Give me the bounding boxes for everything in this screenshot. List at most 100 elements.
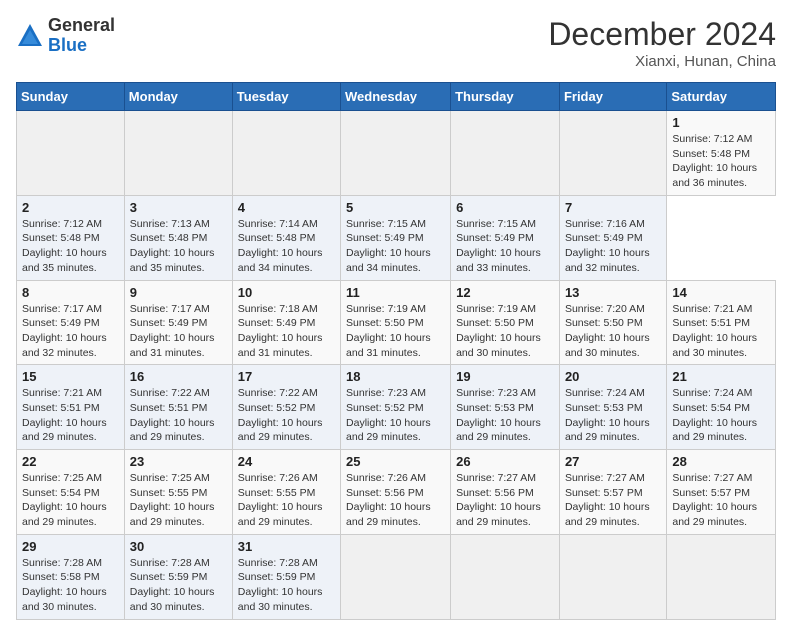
day-cell-5: 5 Sunrise: 7:15 AMSunset: 5:49 PMDaylight… <box>341 195 451 280</box>
calendar-week-2: 2Sunrise: 7:12 AMSunset: 5:48 PMDaylight… <box>17 195 776 280</box>
weekday-header-row: SundayMondayTuesdayWednesdayThursdayFrid… <box>17 83 776 111</box>
day-cell-23: 23 Sunrise: 7:25 AMSunset: 5:55 PMDayligh… <box>124 450 232 535</box>
empty-cell <box>341 111 451 196</box>
day-number: 8 <box>22 285 119 300</box>
day-number: 1 <box>672 115 770 130</box>
day-cell-28: 28Sunrise: 7:27 AMSunset: 5:57 PMDayligh… <box>667 450 776 535</box>
day-number: 12 <box>456 285 554 300</box>
empty-cell <box>451 534 560 619</box>
day-cell-20: 20 Sunrise: 7:24 AMSunset: 5:53 PMDayligh… <box>559 365 666 450</box>
empty-cell <box>559 111 666 196</box>
day-cell-9: 9 Sunrise: 7:17 AMSunset: 5:49 PMDaylight… <box>124 280 232 365</box>
day-number: 5 <box>346 200 445 215</box>
day-number: 2 <box>22 200 119 215</box>
day-cell-21: 21 Sunrise: 7:24 AMSunset: 5:54 PMDayligh… <box>667 365 776 450</box>
day-cell-22: 22Sunrise: 7:25 AMSunset: 5:54 PMDayligh… <box>17 450 125 535</box>
day-info: Sunrise: 7:16 AMSunset: 5:49 PMDaylight:… <box>565 217 661 276</box>
empty-cell <box>559 534 666 619</box>
main-title: December 2024 <box>548 16 776 53</box>
day-cell-1: 1 Sunrise: 7:12 AMSunset: 5:48 PMDaylight… <box>667 111 776 196</box>
day-info: Sunrise: 7:14 AMSunset: 5:48 PMDaylight:… <box>238 217 335 276</box>
day-number: 29 <box>22 539 119 554</box>
day-cell-17: 17Sunrise: 7:22 AMSunset: 5:52 PMDayligh… <box>232 365 340 450</box>
day-number: 7 <box>565 200 661 215</box>
day-info: Sunrise: 7:21 AMSunset: 5:51 PMDaylight:… <box>672 302 770 361</box>
day-cell-19: 19Sunrise: 7:23 AMSunset: 5:53 PMDayligh… <box>451 365 560 450</box>
day-info: Sunrise: 7:27 AMSunset: 5:57 PMDaylight:… <box>672 471 770 530</box>
day-number: 30 <box>130 539 227 554</box>
day-cell-3: 3 Sunrise: 7:13 AMSunset: 5:48 PMDaylight… <box>124 195 232 280</box>
logo-text: General Blue <box>48 16 115 56</box>
day-number: 26 <box>456 454 554 469</box>
day-number: 9 <box>130 285 227 300</box>
day-info: Sunrise: 7:28 AMSunset: 5:58 PMDaylight:… <box>22 556 119 615</box>
day-info: Sunrise: 7:25 AMSunset: 5:55 PMDaylight:… <box>130 471 227 530</box>
day-info: Sunrise: 7:20 AMSunset: 5:50 PMDaylight:… <box>565 302 661 361</box>
day-cell-10: 10 Sunrise: 7:18 AMSunset: 5:49 PMDayligh… <box>232 280 340 365</box>
day-cell-18: 18 Sunrise: 7:23 AMSunset: 5:52 PMDayligh… <box>341 365 451 450</box>
day-number: 18 <box>346 369 445 384</box>
calendar-week-5: 22Sunrise: 7:25 AMSunset: 5:54 PMDayligh… <box>17 450 776 535</box>
weekday-header-tuesday: Tuesday <box>232 83 340 111</box>
day-info: Sunrise: 7:17 AMSunset: 5:49 PMDaylight:… <box>22 302 119 361</box>
day-number: 17 <box>238 369 335 384</box>
day-info: Sunrise: 7:19 AMSunset: 5:50 PMDaylight:… <box>346 302 445 361</box>
day-info: Sunrise: 7:26 AMSunset: 5:55 PMDaylight:… <box>238 471 335 530</box>
day-number: 23 <box>130 454 227 469</box>
day-info: Sunrise: 7:22 AMSunset: 5:51 PMDaylight:… <box>130 386 227 445</box>
day-info: Sunrise: 7:15 AMSunset: 5:49 PMDaylight:… <box>456 217 554 276</box>
day-info: Sunrise: 7:23 AMSunset: 5:52 PMDaylight:… <box>346 386 445 445</box>
day-info: Sunrise: 7:27 AMSunset: 5:56 PMDaylight:… <box>456 471 554 530</box>
day-info: Sunrise: 7:26 AMSunset: 5:56 PMDaylight:… <box>346 471 445 530</box>
day-cell-31: 31Sunrise: 7:28 AMSunset: 5:59 PMDayligh… <box>232 534 340 619</box>
calendar-week-6: 29 Sunrise: 7:28 AMSunset: 5:58 PMDayligh… <box>17 534 776 619</box>
empty-cell <box>667 534 776 619</box>
day-info: Sunrise: 7:27 AMSunset: 5:57 PMDaylight:… <box>565 471 661 530</box>
day-info: Sunrise: 7:12 AMSunset: 5:48 PMDaylight:… <box>672 132 770 191</box>
weekday-header-wednesday: Wednesday <box>341 83 451 111</box>
day-info: Sunrise: 7:15 AMSunset: 5:49 PMDaylight:… <box>346 217 445 276</box>
day-cell-24: 24Sunrise: 7:26 AMSunset: 5:55 PMDayligh… <box>232 450 340 535</box>
day-cell-26: 26 Sunrise: 7:27 AMSunset: 5:56 PMDayligh… <box>451 450 560 535</box>
day-cell-16: 16Sunrise: 7:22 AMSunset: 5:51 PMDayligh… <box>124 365 232 450</box>
day-cell-11: 11Sunrise: 7:19 AMSunset: 5:50 PMDayligh… <box>341 280 451 365</box>
day-info: Sunrise: 7:25 AMSunset: 5:54 PMDaylight:… <box>22 471 119 530</box>
day-cell-7: 7 Sunrise: 7:16 AMSunset: 5:49 PMDaylight… <box>559 195 666 280</box>
day-cell-4: 4Sunrise: 7:14 AMSunset: 5:48 PMDaylight… <box>232 195 340 280</box>
day-number: 19 <box>456 369 554 384</box>
empty-cell <box>341 534 451 619</box>
day-info: Sunrise: 7:13 AMSunset: 5:48 PMDaylight:… <box>130 217 227 276</box>
day-number: 15 <box>22 369 119 384</box>
day-number: 20 <box>565 369 661 384</box>
day-info: Sunrise: 7:24 AMSunset: 5:53 PMDaylight:… <box>565 386 661 445</box>
empty-cell <box>124 111 232 196</box>
day-number: 14 <box>672 285 770 300</box>
day-number: 25 <box>346 454 445 469</box>
day-info: Sunrise: 7:21 AMSunset: 5:51 PMDaylight:… <box>22 386 119 445</box>
day-cell-6: 6 Sunrise: 7:15 AMSunset: 5:49 PMDaylight… <box>451 195 560 280</box>
empty-cell <box>17 111 125 196</box>
logo: General Blue <box>16 16 115 56</box>
day-number: 27 <box>565 454 661 469</box>
day-number: 21 <box>672 369 770 384</box>
day-cell-2: 2Sunrise: 7:12 AMSunset: 5:48 PMDaylight… <box>17 195 125 280</box>
logo-icon <box>16 22 44 50</box>
empty-cell <box>232 111 340 196</box>
day-info: Sunrise: 7:17 AMSunset: 5:49 PMDaylight:… <box>130 302 227 361</box>
day-cell-14: 14 Sunrise: 7:21 AMSunset: 5:51 PMDayligh… <box>667 280 776 365</box>
day-info: Sunrise: 7:18 AMSunset: 5:49 PMDaylight:… <box>238 302 335 361</box>
day-number: 3 <box>130 200 227 215</box>
weekday-header-sunday: Sunday <box>17 83 125 111</box>
day-number: 6 <box>456 200 554 215</box>
calendar-week-3: 8 Sunrise: 7:17 AMSunset: 5:49 PMDaylight… <box>17 280 776 365</box>
day-info: Sunrise: 7:19 AMSunset: 5:50 PMDaylight:… <box>456 302 554 361</box>
day-info: Sunrise: 7:24 AMSunset: 5:54 PMDaylight:… <box>672 386 770 445</box>
day-number: 10 <box>238 285 335 300</box>
weekday-header-saturday: Saturday <box>667 83 776 111</box>
page-header: General Blue December 2024 Xianxi, Hunan… <box>16 16 776 70</box>
day-info: Sunrise: 7:28 AMSunset: 5:59 PMDaylight:… <box>238 556 335 615</box>
calendar-table: SundayMondayTuesdayWednesdayThursdayFrid… <box>16 82 776 620</box>
day-cell-8: 8 Sunrise: 7:17 AMSunset: 5:49 PMDaylight… <box>17 280 125 365</box>
day-cell-30: 30Sunrise: 7:28 AMSunset: 5:59 PMDayligh… <box>124 534 232 619</box>
subtitle: Xianxi, Hunan, China <box>548 53 776 70</box>
